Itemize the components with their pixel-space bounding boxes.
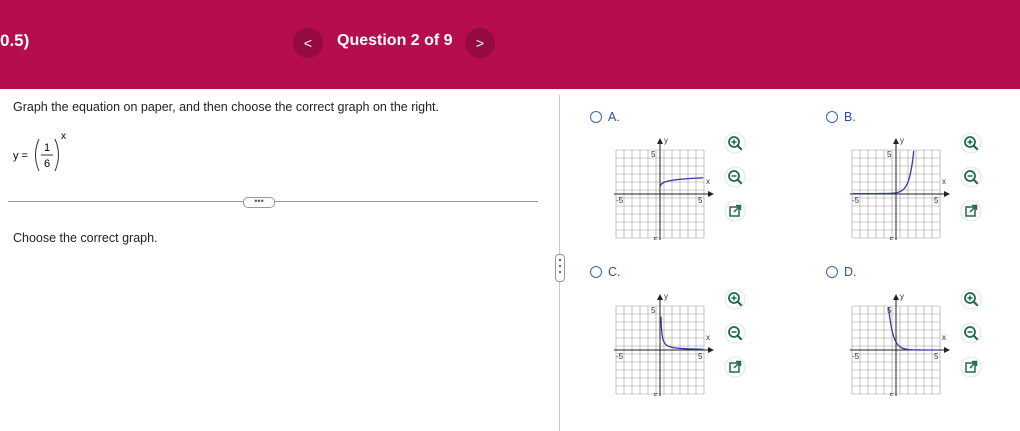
y-axis-arrow: [893, 294, 899, 300]
y-axis-label: y: [664, 292, 668, 301]
zoom-in-icon[interactable]: [960, 132, 982, 154]
y-axis-label: y: [900, 136, 904, 145]
x-tick-neg: -5: [616, 196, 624, 205]
equation: y = 1 6 x: [13, 131, 66, 172]
option-d-radio[interactable]: [826, 266, 838, 278]
open-window-icon[interactable]: [960, 356, 982, 378]
option-b-graph[interactable]: y x 5 -5 -5 5: [844, 132, 954, 240]
y-tick-neg: -5: [887, 236, 895, 240]
option-c[interactable]: C.: [590, 265, 621, 279]
option-a-graph[interactable]: y x 5 -5 -5 5: [608, 132, 718, 240]
y-axis-arrow: [893, 138, 899, 144]
y-axis-label: y: [900, 292, 904, 301]
open-window-icon[interactable]: [724, 356, 746, 378]
y-axis-label: y: [664, 136, 668, 145]
problem-number: 0.5): [0, 31, 30, 50]
option-a-label: A.: [608, 110, 620, 124]
function-curve: [660, 316, 704, 350]
more-button[interactable]: •••: [243, 197, 275, 208]
option-b[interactable]: B.: [826, 110, 856, 124]
next-question-button[interactable]: >: [465, 28, 495, 58]
header-bar: 0.5) < Question 2 of 9 >: [0, 0, 1020, 89]
x-tick-neg: -5: [852, 352, 860, 361]
prev-question-button[interactable]: <: [293, 28, 323, 58]
option-c-graph[interactable]: y x 5 -5 -5 5: [608, 288, 718, 396]
option-d-label: D.: [844, 265, 857, 279]
panel-resize-handle[interactable]: [555, 254, 565, 282]
option-b-radio[interactable]: [826, 111, 838, 123]
y-tick-pos: 5: [887, 150, 892, 159]
x-tick-pos: 5: [934, 196, 939, 205]
x-tick-neg: -5: [852, 196, 860, 205]
y-tick-pos: 5: [651, 150, 656, 159]
zoom-out-icon[interactable]: [724, 322, 746, 344]
x-tick-pos: 5: [698, 196, 703, 205]
y-axis-arrow: [657, 294, 663, 300]
x-axis-arrow: [944, 347, 950, 353]
equation-denominator: 6: [44, 158, 50, 170]
open-window-icon[interactable]: [724, 200, 746, 222]
x-axis-arrow: [708, 191, 714, 197]
x-axis-label: x: [942, 333, 946, 342]
zoom-in-icon[interactable]: [724, 132, 746, 154]
option-b-label: B.: [844, 110, 856, 124]
equation-lhs: y =: [13, 150, 28, 162]
question-prompt: Graph the equation on paper, and then ch…: [13, 100, 439, 114]
equation-exponent: x: [61, 131, 66, 142]
zoom-out-icon[interactable]: [960, 166, 982, 188]
zoom-out-icon[interactable]: [724, 166, 746, 188]
y-tick-neg: -5: [651, 392, 659, 396]
x-axis-label: x: [706, 177, 710, 186]
x-axis-arrow: [708, 347, 714, 353]
zoom-in-icon[interactable]: [724, 288, 746, 310]
option-c-label: C.: [608, 265, 621, 279]
y-axis-arrow: [657, 138, 663, 144]
y-tick-neg: -5: [887, 392, 895, 396]
y-tick-neg: -5: [651, 236, 659, 240]
question-counter: Question 2 of 9: [337, 32, 453, 49]
x-tick-pos: 5: [934, 352, 939, 361]
option-a[interactable]: A.: [590, 110, 620, 124]
zoom-out-icon[interactable]: [960, 322, 982, 344]
x-tick-pos: 5: [698, 352, 703, 361]
equation-numerator: 1: [44, 142, 50, 154]
x-axis-label: x: [942, 177, 946, 186]
x-axis-label: x: [706, 333, 710, 342]
open-window-icon[interactable]: [960, 200, 982, 222]
zoom-in-icon[interactable]: [960, 288, 982, 310]
function-curve: [852, 150, 915, 195]
option-d[interactable]: D.: [826, 265, 857, 279]
option-d-graph[interactable]: yx5-5-55: [844, 288, 954, 396]
choose-instruction: Choose the correct graph.: [13, 231, 158, 245]
x-tick-neg: -5: [616, 352, 624, 361]
option-a-radio[interactable]: [590, 111, 602, 123]
y-tick-pos: 5: [651, 306, 656, 315]
option-c-radio[interactable]: [590, 266, 602, 278]
x-axis-arrow: [944, 191, 950, 197]
